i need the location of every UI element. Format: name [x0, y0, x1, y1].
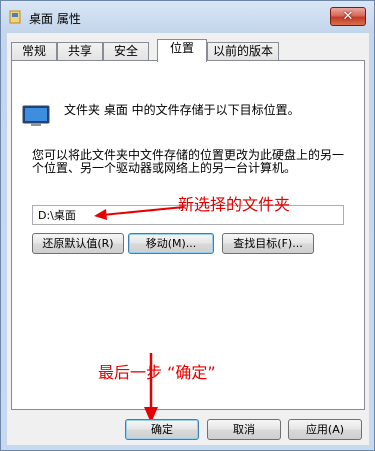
- ok-button[interactable]: 确定: [125, 419, 199, 440]
- tab-general[interactable]: 常规: [11, 42, 57, 60]
- monitor-icon: [22, 105, 50, 126]
- move-button[interactable]: 移动(M)...: [128, 233, 214, 254]
- close-icon: ✕: [342, 9, 354, 24]
- properties-window: 桌面 属性 ✕ 常规 共享 安全 位置 以前的版本 文件夹 桌面 中的文件存储于…: [0, 0, 375, 451]
- tab-previous-versions[interactable]: 以前的版本: [207, 42, 279, 60]
- apply-button[interactable]: 应用(A): [288, 419, 362, 440]
- title-bar: 桌面 属性 ✕: [1, 1, 374, 33]
- arrow-icon: [94, 206, 185, 220]
- folder-icon: [9, 10, 21, 24]
- restore-default-button[interactable]: 还原默认值(R): [32, 233, 124, 254]
- arrow-icon: [144, 353, 158, 423]
- window-title: 桌面 属性: [29, 12, 81, 26]
- location-description: 文件夹 桌面 中的文件存储于以下目标位置。: [64, 103, 300, 117]
- close-button[interactable]: ✕: [330, 7, 366, 26]
- find-target-button[interactable]: 查找目标(F)...: [222, 233, 314, 254]
- tab-sharing[interactable]: 共享: [57, 42, 103, 60]
- tab-security[interactable]: 安全: [103, 42, 149, 60]
- dialog-client: 常规 共享 安全 位置 以前的版本 文件夹 桌面 中的文件存储于以下目标位置。 …: [7, 33, 369, 445]
- location-help-text: 您可以将此文件夹中文件存储的位置更改为此硬盘上的另一个位置、另一个驱动器或网络上…: [32, 148, 345, 175]
- annotation-new-folder: 新选择的文件夹: [178, 195, 291, 214]
- tab-location[interactable]: 位置: [157, 39, 207, 62]
- location-panel: 文件夹 桌面 中的文件存储于以下目标位置。 您可以将此文件夹中文件存储的位置更改…: [11, 60, 365, 410]
- cancel-button[interactable]: 取消: [207, 419, 281, 440]
